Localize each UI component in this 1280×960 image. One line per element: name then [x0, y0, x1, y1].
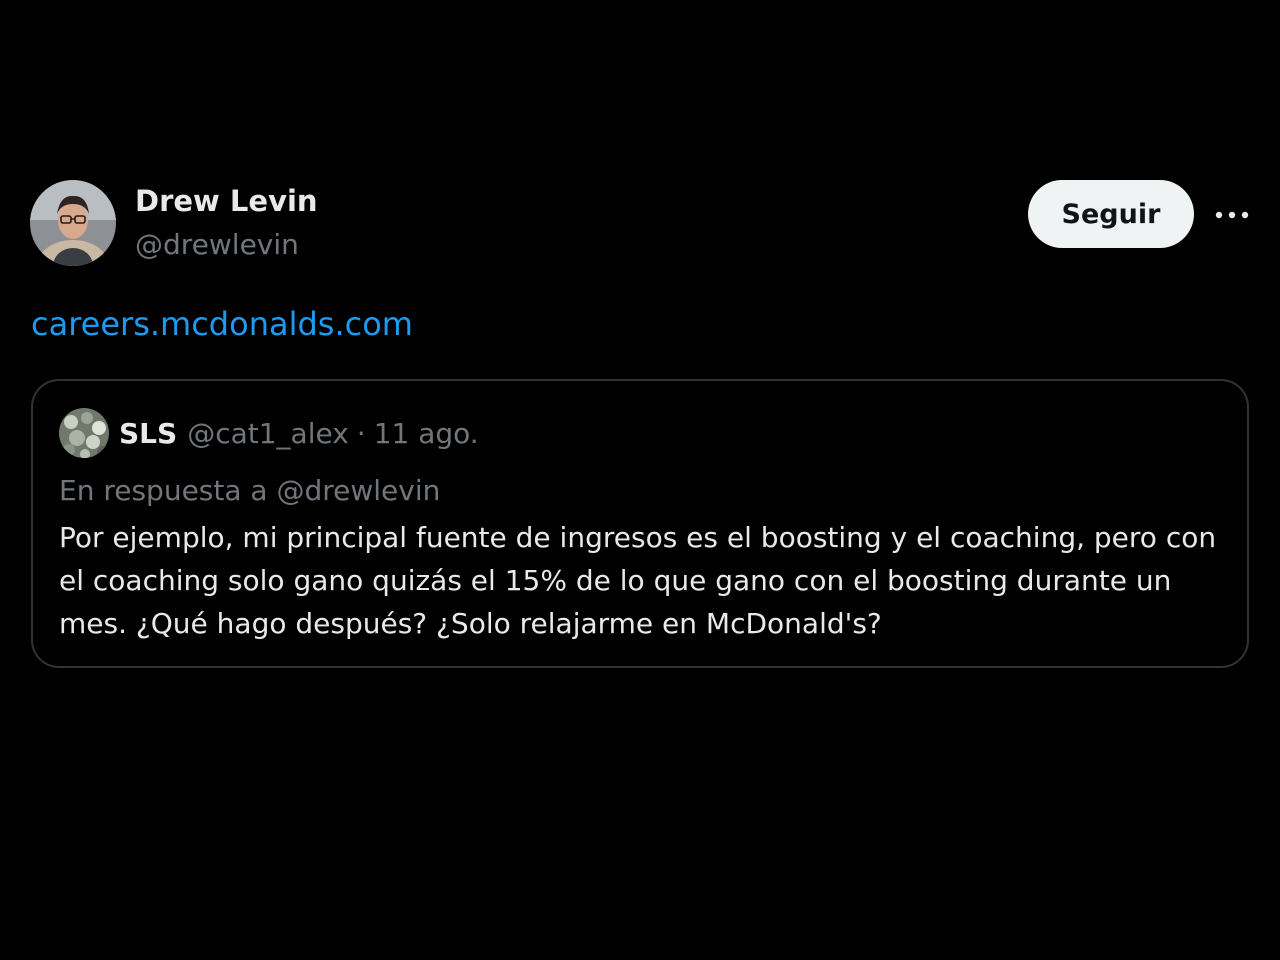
- reply-context: En respuesta a @drewlevin: [59, 474, 440, 507]
- tweet-header: Drew Levin @drewlevin Seguir: [30, 180, 1250, 270]
- quoted-tweet-text: Por ejemplo, mi principal fuente de ingr…: [59, 521, 1217, 640]
- quoted-author-avatar-image: [59, 408, 109, 458]
- tweet-page: Drew Levin @drewlevin Seguir careers.mcd…: [0, 0, 1280, 960]
- author-handle[interactable]: @drewlevin: [135, 228, 299, 261]
- follow-button[interactable]: Seguir: [1028, 180, 1194, 248]
- quoted-tweet-date[interactable]: 11 ago.: [374, 417, 479, 450]
- tweet-link[interactable]: careers.mcdonalds.com: [31, 305, 413, 343]
- author-avatar[interactable]: [30, 180, 116, 266]
- reply-handle-link[interactable]: @drewlevin: [276, 474, 440, 507]
- quoted-author-name[interactable]: SLS: [119, 417, 177, 450]
- quoted-author-avatar[interactable]: [59, 408, 109, 458]
- quoted-author-handle[interactable]: @cat1_alex: [187, 417, 349, 450]
- author-name[interactable]: Drew Levin: [135, 184, 318, 218]
- author-avatar-image: [30, 180, 116, 266]
- quoted-tweet-meta: SLS @cat1_alex · 11 ago.: [119, 417, 479, 450]
- quoted-tweet-card[interactable]: SLS @cat1_alex · 11 ago. En respuesta a …: [31, 379, 1249, 668]
- reply-prefix: En respuesta a: [59, 474, 268, 507]
- meta-separator: ·: [356, 417, 366, 450]
- more-horizontal-icon: [1215, 211, 1249, 219]
- more-options-button[interactable]: [1212, 198, 1252, 232]
